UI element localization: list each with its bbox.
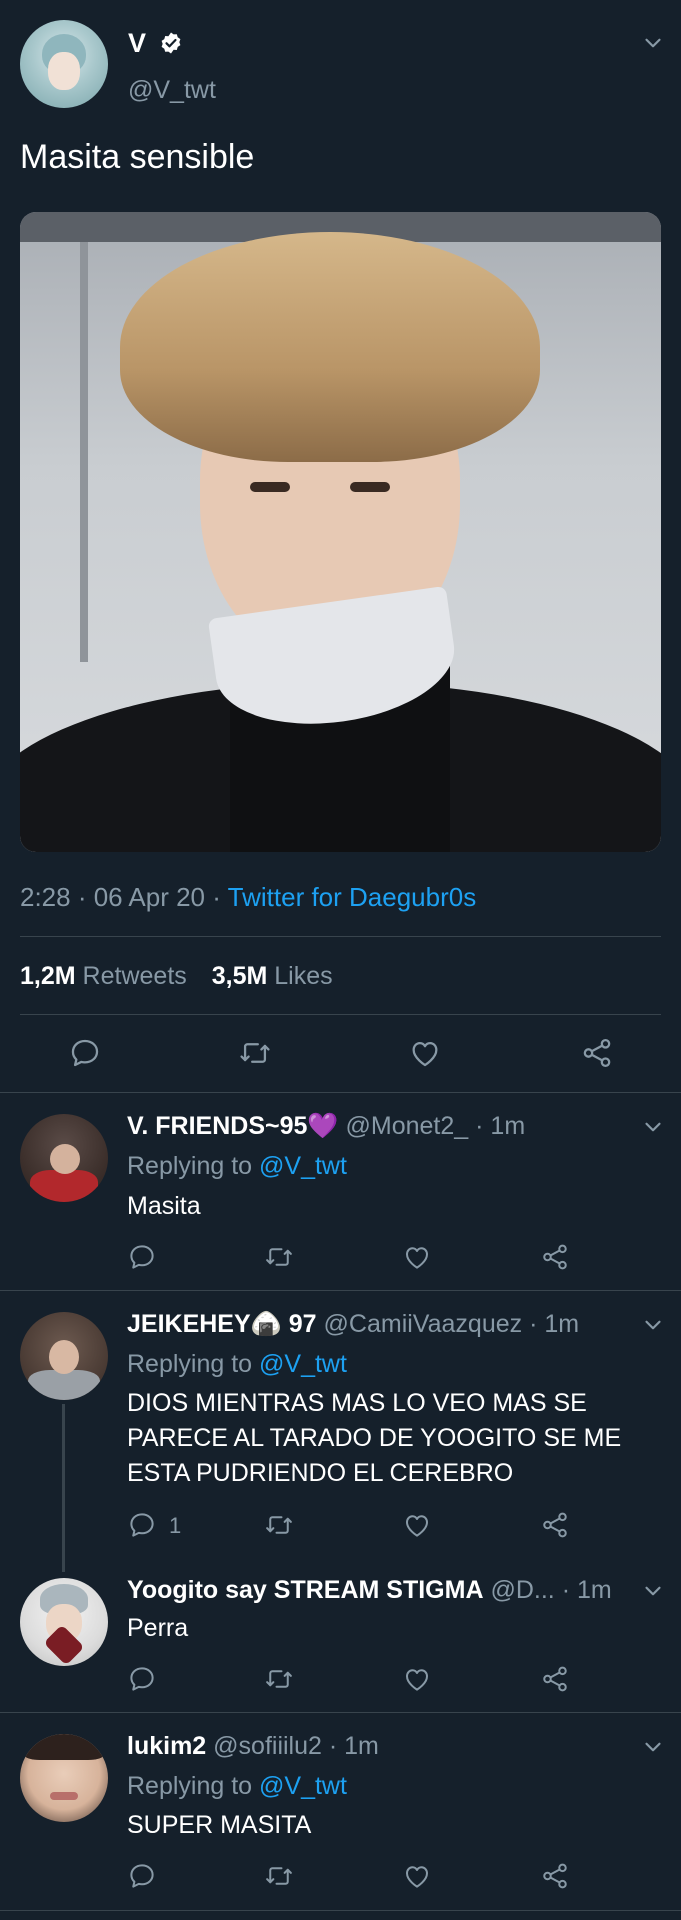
verified-badge-icon bbox=[159, 31, 183, 62]
reply-name-emoji: 💜 bbox=[307, 1112, 339, 1140]
chevron-down-icon[interactable] bbox=[640, 1312, 666, 1338]
share-icon[interactable] bbox=[540, 1242, 570, 1272]
share-icon[interactable] bbox=[540, 1664, 570, 1694]
retweet-icon[interactable] bbox=[264, 1510, 294, 1540]
reply-name[interactable]: lukim2 bbox=[127, 1732, 206, 1760]
tweet-source[interactable]: Twitter for Daegubr0s bbox=[228, 882, 477, 912]
reply-icon[interactable] bbox=[127, 1510, 157, 1540]
retweets-stat[interactable]: 1,2M Retweets bbox=[20, 962, 187, 990]
tweet-meta: 2:28 · 06 Apr 20 · Twitter for Daegubr0s bbox=[20, 882, 476, 913]
author-handle[interactable]: @V_twt bbox=[128, 76, 216, 105]
author-avatar[interactable] bbox=[20, 20, 108, 108]
replying-to: Replying to @V_twt bbox=[127, 1772, 347, 1801]
reply-name[interactable]: V. FRIENDS~95 bbox=[127, 1112, 307, 1140]
reply-avatar[interactable] bbox=[20, 1578, 108, 1666]
divider bbox=[20, 936, 661, 937]
reply-avatar[interactable] bbox=[20, 1114, 108, 1202]
retweet-icon[interactable] bbox=[264, 1242, 294, 1272]
tweet-photo[interactable] bbox=[20, 212, 661, 852]
reply-icon[interactable] bbox=[127, 1664, 157, 1694]
author-name-row: V bbox=[128, 28, 183, 62]
reply-avatar[interactable] bbox=[20, 1312, 108, 1400]
reply-handle[interactable]: @D... bbox=[490, 1576, 554, 1604]
like-icon[interactable] bbox=[408, 1036, 442, 1070]
reply-handle[interactable]: @Monet2_ bbox=[346, 1112, 469, 1140]
replying-to-handle[interactable]: @V_twt bbox=[259, 1350, 347, 1378]
divider bbox=[0, 1910, 681, 1911]
reply-avatar[interactable] bbox=[20, 1734, 108, 1822]
replying-prefix: Replying to bbox=[127, 1350, 260, 1378]
like-icon[interactable] bbox=[402, 1861, 432, 1891]
divider bbox=[0, 1712, 681, 1713]
reply-header: Yoogito say STREAM STIGMA @D... · 1m bbox=[127, 1576, 612, 1605]
replying-to-handle[interactable]: @V_twt bbox=[259, 1772, 347, 1800]
reply-count: 1 bbox=[169, 1513, 182, 1538]
divider bbox=[0, 1092, 681, 1093]
likes-stat[interactable]: 3,5M Likes bbox=[212, 962, 333, 990]
reply-name-suffix: 97 bbox=[288, 1310, 317, 1338]
share-icon[interactable] bbox=[580, 1036, 614, 1070]
reply-text-line: PARECE AL TARADO DE YOOGITO SE ME bbox=[127, 1424, 622, 1452]
reply-header: JEIKEHEY🍙 97 @CamiiVaazquez · 1m bbox=[127, 1310, 579, 1339]
reply-time: · 1m bbox=[529, 1310, 580, 1338]
share-icon[interactable] bbox=[540, 1510, 570, 1540]
chevron-down-icon[interactable] bbox=[640, 1114, 666, 1140]
reply-header: V. FRIENDS~95💜 @Monet2_ · 1m bbox=[127, 1112, 525, 1141]
retweets-label: Retweets bbox=[82, 962, 187, 990]
likes-label: Likes bbox=[274, 962, 333, 990]
retweet-icon[interactable] bbox=[238, 1036, 272, 1070]
thread-line bbox=[62, 1404, 65, 1572]
reply-name[interactable]: Yoogito say STREAM STIGMA bbox=[127, 1576, 484, 1604]
tweet-text: Masita sensible bbox=[20, 138, 255, 176]
retweet-icon[interactable] bbox=[264, 1861, 294, 1891]
reply-handle[interactable]: @CamiiVaazquez bbox=[324, 1310, 523, 1338]
chevron-down-icon[interactable] bbox=[640, 30, 666, 56]
like-icon[interactable] bbox=[402, 1510, 432, 1540]
likes-count: 3,5M bbox=[211, 962, 268, 990]
share-icon[interactable] bbox=[540, 1861, 570, 1891]
reply-icon[interactable] bbox=[68, 1036, 102, 1070]
chevron-down-icon[interactable] bbox=[640, 1734, 666, 1760]
reply-icon[interactable] bbox=[127, 1861, 157, 1891]
chevron-down-icon[interactable] bbox=[640, 1578, 666, 1604]
reply-header: lukim2 @sofiiilu2 · 1m bbox=[127, 1732, 379, 1761]
reply-text: SUPER MASITA bbox=[127, 1811, 312, 1839]
reply-name[interactable]: JEIKEHEY bbox=[127, 1310, 251, 1338]
reply-time: · 1m bbox=[561, 1576, 612, 1604]
replying-to: Replying to @V_twt bbox=[127, 1350, 347, 1379]
tweet-stats: 1,2M Retweets 3,5M Likes bbox=[20, 962, 333, 991]
reply-time: · 1m bbox=[475, 1112, 526, 1140]
reply-text-line: DIOS MIENTRAS MAS LO VEO MAS SE bbox=[127, 1389, 587, 1417]
replying-to-handle[interactable]: @V_twt bbox=[259, 1152, 347, 1180]
divider bbox=[0, 1290, 681, 1291]
divider bbox=[20, 1014, 661, 1015]
like-icon[interactable] bbox=[402, 1664, 432, 1694]
tweet-time: 2:28 · 06 Apr 20 · bbox=[20, 882, 228, 912]
replying-to: Replying to @V_twt bbox=[127, 1152, 347, 1181]
reply-text: Masita bbox=[127, 1192, 201, 1220]
reply-text: Perra bbox=[127, 1614, 189, 1642]
replying-prefix: Replying to bbox=[127, 1772, 260, 1800]
reply-handle[interactable]: @sofiiilu2 bbox=[213, 1732, 322, 1760]
retweet-icon[interactable] bbox=[264, 1664, 294, 1694]
author-name[interactable]: V bbox=[128, 28, 146, 58]
replying-prefix: Replying to bbox=[127, 1152, 260, 1180]
reply-text-line: ESTA PUDRIENDO EL CEREBRO bbox=[127, 1459, 514, 1487]
reply-name-emoji: 🍙 bbox=[250, 1310, 282, 1338]
reply-icon[interactable] bbox=[127, 1242, 157, 1272]
retweets-count: 1,2M bbox=[20, 962, 76, 990]
like-icon[interactable] bbox=[402, 1242, 432, 1272]
reply-time: · 1m bbox=[328, 1732, 379, 1760]
